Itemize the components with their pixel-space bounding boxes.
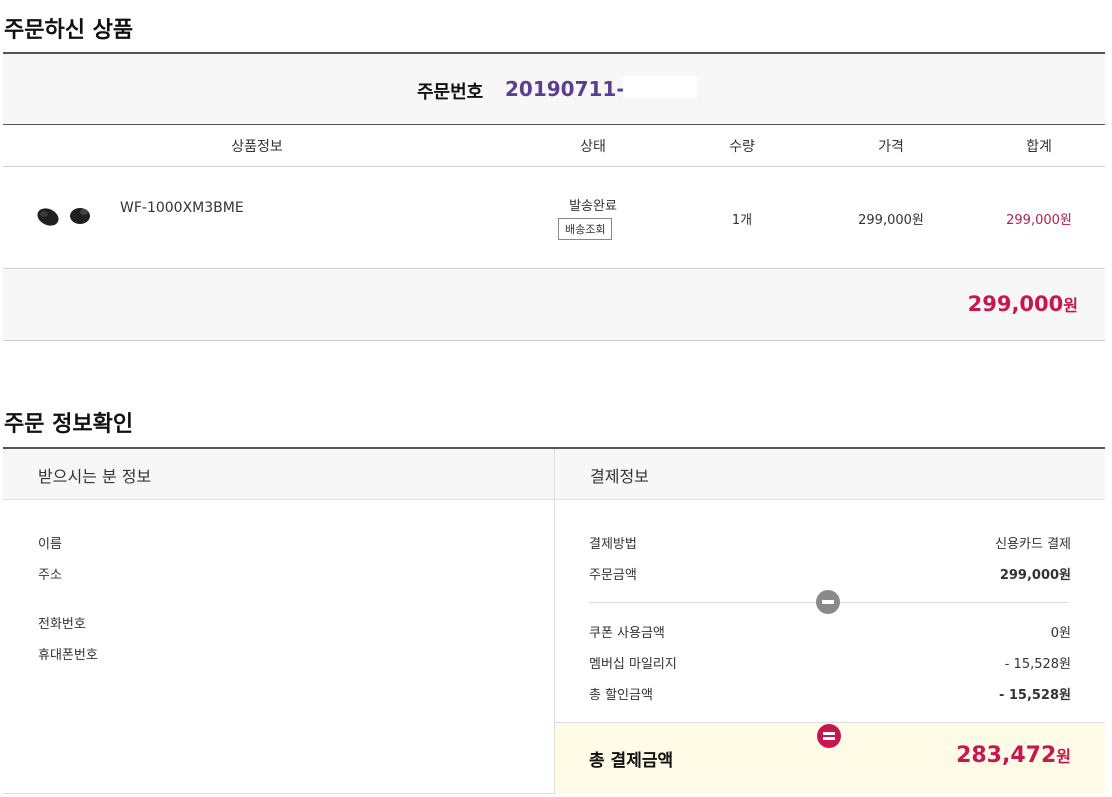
row-divider — [3, 268, 1105, 269]
final-payment-amount: 283,472 — [956, 743, 1057, 768]
phone-label: 전화번호 — [38, 617, 86, 632]
payment-method-value: 신용카드 결제 — [995, 537, 1071, 552]
table-header-divider — [3, 166, 1105, 167]
order-number-value: 20190711- — [505, 77, 625, 101]
payment-header: 결제정보 — [590, 467, 649, 486]
payment-method-label: 결제방법 — [589, 537, 637, 552]
subtotal-value: 299,000원 — [1006, 213, 1072, 228]
ordered-products-title: 주문하신 상품 — [4, 18, 134, 43]
equals-icon — [817, 724, 841, 748]
address-label: 주소 — [38, 568, 62, 583]
earbuds-image — [37, 208, 90, 226]
order-total-row: 299,000원 — [3, 270, 1105, 341]
product-thumbnail[interactable] — [32, 198, 98, 232]
col-total: 합계 — [1026, 139, 1052, 155]
quantity-value: 1개 — [731, 213, 753, 228]
order-total-unit: 원 — [1063, 296, 1078, 315]
final-payment-label: 총 결제금액 — [589, 751, 674, 771]
order-info-title: 주문 정보확인 — [4, 412, 134, 437]
col-quantity: 수량 — [729, 139, 755, 155]
mileage-label: 멤버십 마일리지 — [589, 657, 677, 672]
col-price: 가격 — [878, 139, 904, 155]
final-payment-unit: 원 — [1056, 747, 1071, 766]
order-total-amount: 299,000 — [967, 292, 1064, 316]
final-payment: 283,472원 — [956, 743, 1071, 768]
order-number-bar: 주문번호 20190711- — [3, 54, 1105, 125]
order-number-label: 주문번호 — [417, 82, 484, 103]
order-amount-value: 299,000원 — [999, 568, 1071, 583]
total-discount-label: 총 할인금액 — [589, 688, 653, 703]
product-name-link[interactable]: WF-1000XM3BME — [120, 200, 244, 216]
col-product-info: 상품정보 — [231, 139, 283, 155]
total-discount-value: - 15,528원 — [998, 688, 1071, 703]
name-label: 이름 — [38, 537, 62, 552]
coupon-label: 쿠폰 사용금액 — [589, 626, 665, 641]
coupon-value: 0원 — [1050, 626, 1071, 641]
mobile-label: 휴대폰번호 — [38, 648, 98, 663]
track-delivery-button[interactable]: 배송조회 — [558, 218, 613, 240]
price-value: 299,000원 — [858, 213, 924, 228]
status-text: 발송완료 — [569, 199, 617, 214]
mileage-value: - 15,528원 — [1004, 657, 1071, 672]
recipient-header: 받으시는 분 정보 — [38, 467, 152, 486]
minus-icon — [816, 590, 840, 614]
redacted-mask — [623, 76, 697, 98]
col-status: 상태 — [580, 139, 606, 155]
order-amount-label: 주문금액 — [589, 568, 637, 583]
order-total: 299,000원 — [968, 292, 1078, 316]
